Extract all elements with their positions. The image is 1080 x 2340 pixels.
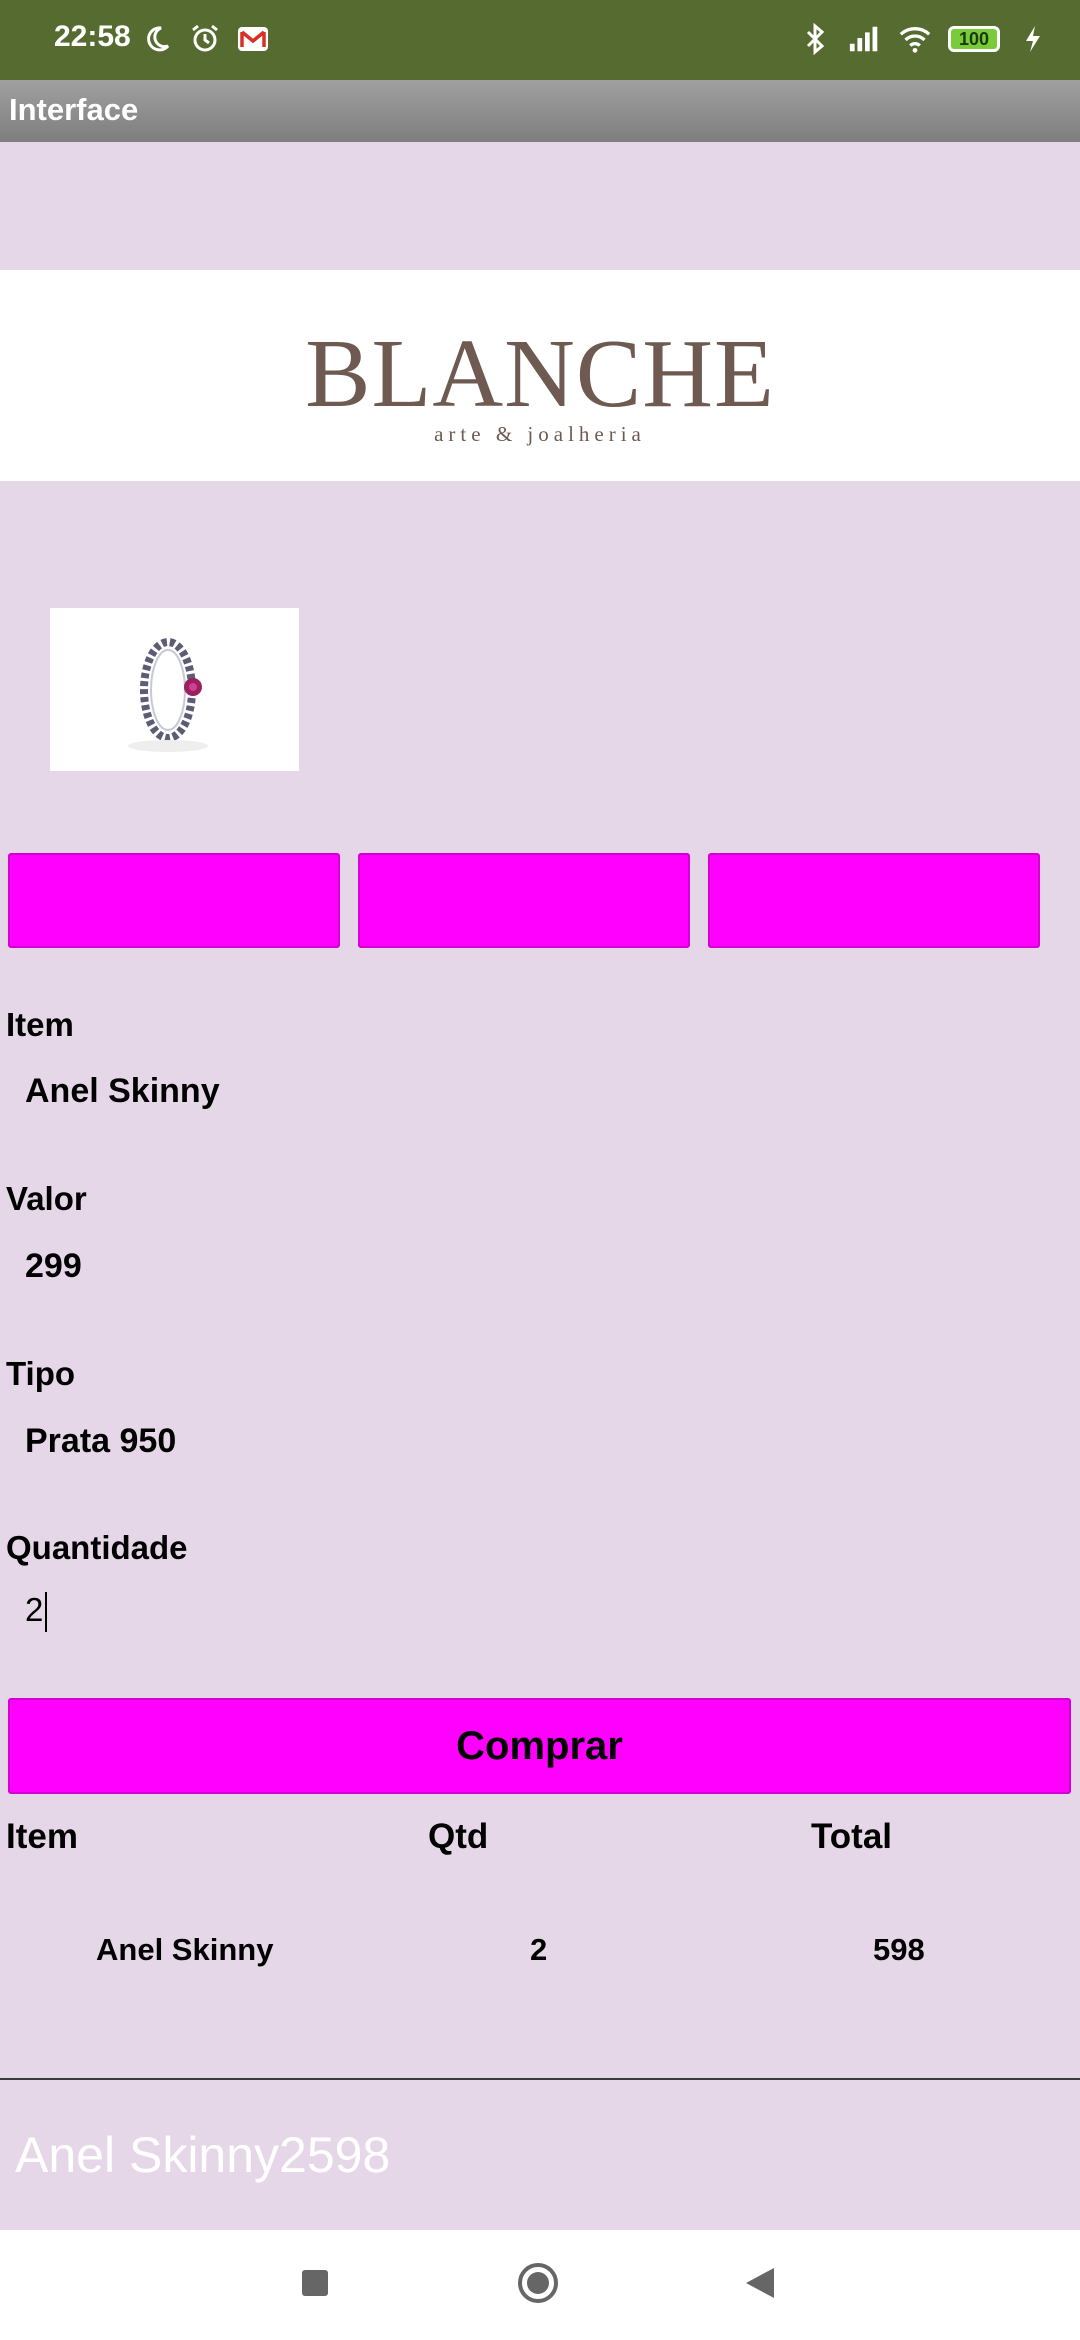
- bluetooth-icon: [798, 22, 832, 56]
- table-cell-item: Anel Skinny: [96, 1932, 274, 1967]
- alarm-icon: [188, 22, 222, 56]
- app-title: Interface: [9, 92, 139, 127]
- brand-logo: BLANCHE: [305, 320, 775, 428]
- tipo-field[interactable]: Prata 950: [25, 1422, 176, 1461]
- status-bar: 22:58 100: [0, 0, 1080, 80]
- table-cell-qtd: 2: [530, 1932, 548, 1967]
- tipo-label: Tipo: [6, 1355, 76, 1392]
- charging-icon: [1016, 22, 1050, 56]
- item-field[interactable]: Anel Skinny: [25, 1072, 220, 1111]
- table-header-total: Total: [811, 1817, 893, 1856]
- recents-icon[interactable]: [302, 2270, 328, 2296]
- home-icon[interactable]: [518, 2263, 558, 2303]
- quantidade-field[interactable]: 2: [25, 1591, 48, 1633]
- divider: [0, 2078, 1080, 2080]
- comprar-button[interactable]: Comprar: [8, 1698, 1071, 1794]
- ring-image: [50, 608, 299, 771]
- table-cell-total: 598: [873, 1932, 925, 1967]
- table-header-item: Item: [6, 1817, 78, 1856]
- table-header-qtd: Qtd: [428, 1817, 489, 1856]
- option-button-3[interactable]: [708, 853, 1040, 948]
- signal-icon: [848, 22, 882, 56]
- status-right-icons: 100: [798, 22, 1050, 56]
- back-icon[interactable]: [746, 2268, 774, 2298]
- navigation-bar: [0, 2230, 1080, 2340]
- option-button-1[interactable]: [8, 853, 340, 948]
- moon-icon: [140, 22, 174, 56]
- brand-tagline: arte & joalheria: [434, 422, 646, 446]
- option-button-2[interactable]: [358, 853, 690, 948]
- quantidade-label: Quantidade: [6, 1529, 188, 1566]
- gmail-icon: [236, 22, 270, 56]
- valor-field[interactable]: 299: [25, 1247, 82, 1286]
- status-time: 22:58: [54, 20, 131, 53]
- logo-banner: BLANCHE arte & joalheria: [0, 270, 1080, 481]
- text-cursor: [45, 1592, 48, 1633]
- summary-text: Anel Skinny2598: [15, 2127, 391, 2183]
- valor-label: Valor: [6, 1180, 87, 1217]
- quantidade-value: 2: [25, 1591, 44, 1628]
- item-label: Item: [6, 1006, 74, 1043]
- status-left-icons: [140, 22, 270, 56]
- battery-icon: 100: [948, 26, 1000, 52]
- title-bar: Interface: [0, 80, 1080, 142]
- wifi-icon: [898, 22, 932, 56]
